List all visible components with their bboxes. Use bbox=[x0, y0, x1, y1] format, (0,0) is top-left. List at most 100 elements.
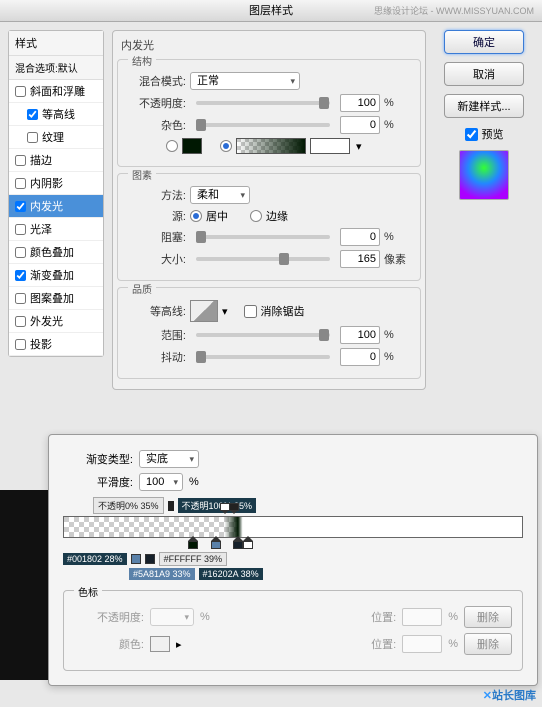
noise-slider[interactable] bbox=[196, 123, 330, 127]
innerglow-panel: 内发光 结构 混合模式: 正常 不透明度: % 杂色: % bbox=[112, 30, 426, 390]
ok-button[interactable]: 确定 bbox=[444, 30, 524, 54]
opacity-stop-2[interactable] bbox=[229, 507, 239, 517]
style-contour[interactable]: 等高线 bbox=[9, 103, 103, 126]
pos1-input[interactable] bbox=[402, 608, 442, 626]
gradoverlay-check[interactable] bbox=[15, 270, 26, 281]
structure-legend: 结构 bbox=[128, 53, 156, 68]
watermark: 思缘设计论坛 - WWW.MISSYUAN.COM bbox=[374, 4, 534, 17]
choke-slider[interactable] bbox=[196, 235, 330, 239]
style-innerglow[interactable]: 内发光 bbox=[9, 195, 103, 218]
jitter-slider[interactable] bbox=[196, 355, 330, 359]
coloroverlay-check[interactable] bbox=[15, 247, 26, 258]
cancel-button[interactable]: 取消 bbox=[444, 62, 524, 86]
style-bevel[interactable]: 斜面和浮雕 bbox=[9, 80, 103, 103]
aa-check[interactable] bbox=[244, 305, 257, 318]
pos1-label: 位置: bbox=[371, 609, 396, 625]
contour-picker[interactable] bbox=[190, 300, 218, 322]
style-outerglow[interactable]: 外发光 bbox=[9, 310, 103, 333]
style-coloroverlay[interactable]: 颜色叠加 bbox=[9, 241, 103, 264]
preview-thumb bbox=[459, 150, 509, 200]
stop-color-swatch[interactable] bbox=[150, 636, 170, 652]
style-stroke[interactable]: 描边 bbox=[9, 149, 103, 172]
stops-subbox: 色标 不透明度: % 位置: % 删除 颜色: ▸ 位置: % 删除 bbox=[63, 590, 523, 671]
opacity-slider[interactable] bbox=[196, 101, 330, 105]
color-solid-radio[interactable] bbox=[166, 140, 178, 152]
outerglow-check[interactable] bbox=[15, 316, 26, 327]
size-slider[interactable] bbox=[196, 257, 330, 261]
stop-opacity-select[interactable] bbox=[150, 608, 194, 626]
delete1-button[interactable]: 删除 bbox=[464, 606, 512, 628]
style-subheader[interactable]: 混合选项:默认 bbox=[9, 56, 103, 80]
style-texture[interactable]: 纹理 bbox=[9, 126, 103, 149]
element-legend: 图素 bbox=[128, 167, 156, 182]
style-satin[interactable]: 光泽 bbox=[9, 218, 103, 241]
tech-label: 方法: bbox=[126, 187, 186, 203]
size-input[interactable] bbox=[340, 250, 380, 268]
noise-input[interactable] bbox=[340, 116, 380, 134]
noise-label: 杂色: bbox=[126, 117, 186, 133]
style-innershadow[interactable]: 内阴影 bbox=[9, 172, 103, 195]
dark-background bbox=[0, 490, 48, 680]
gradient-endcolor[interactable] bbox=[310, 138, 350, 154]
contour-label: 等高线: bbox=[126, 303, 186, 319]
range-label: 范围: bbox=[126, 327, 186, 343]
smooth-select[interactable]: 100 bbox=[139, 473, 183, 491]
cstop1-tag: #001802 28% bbox=[63, 553, 127, 565]
cstop4-tag: #FFFFFF 39% bbox=[159, 552, 228, 566]
quality-section: 品质 等高线: ▾ 消除锯齿 范围: % 抖动: bbox=[117, 287, 421, 379]
innerglow-check[interactable] bbox=[15, 201, 26, 212]
innershadow-check[interactable] bbox=[15, 178, 26, 189]
color-stop-2[interactable] bbox=[211, 539, 221, 551]
gradtype-label: 渐变类型: bbox=[63, 451, 133, 467]
stroke-check[interactable] bbox=[15, 155, 26, 166]
newstyle-button[interactable]: 新建样式... bbox=[444, 94, 524, 118]
style-gradoverlay[interactable]: 渐变叠加 bbox=[9, 264, 103, 287]
panel-title: 内发光 bbox=[117, 35, 421, 59]
gradient-editor: 渐变类型: 实底 平滑度: 100 % 不透明0% 35% 不透明100% 35… bbox=[48, 434, 538, 686]
preview-check[interactable] bbox=[465, 128, 478, 141]
opacity-input[interactable] bbox=[340, 94, 380, 112]
delete2-button[interactable]: 删除 bbox=[464, 633, 512, 655]
choke-label: 阻塞: bbox=[126, 229, 186, 245]
opstop2-tag: 不透明100% 35% bbox=[178, 498, 257, 513]
pos2-input[interactable] bbox=[402, 635, 442, 653]
style-list: 样式 混合选项:默认 斜面和浮雕 等高线 纹理 描边 内阴影 内发光 光泽 颜色… bbox=[8, 30, 104, 357]
range-slider[interactable] bbox=[196, 333, 330, 337]
gradient-strip[interactable] bbox=[236, 138, 306, 154]
choke-input[interactable] bbox=[340, 228, 380, 246]
range-input[interactable] bbox=[340, 326, 380, 344]
color-stop-1[interactable] bbox=[188, 539, 198, 551]
opstop1-tag: 不透明0% 35% bbox=[93, 497, 164, 514]
blend-select[interactable]: 正常 bbox=[190, 72, 300, 90]
quality-legend: 品质 bbox=[128, 281, 156, 296]
contour-check[interactable] bbox=[27, 109, 38, 120]
color-stop-4[interactable] bbox=[243, 539, 253, 551]
preview-label: 预览 bbox=[482, 126, 504, 142]
aa-label: 消除锯齿 bbox=[261, 303, 305, 319]
tech-select[interactable]: 柔和 bbox=[190, 186, 250, 204]
dropshadow-check[interactable] bbox=[15, 339, 26, 350]
pos2-label: 位置: bbox=[371, 636, 396, 652]
gradient-bar[interactable] bbox=[63, 516, 523, 538]
source-label: 源: bbox=[126, 208, 186, 224]
cstop3-tag: #16202A 38% bbox=[199, 568, 263, 580]
satin-check[interactable] bbox=[15, 224, 26, 235]
opacity-label: 不透明度: bbox=[126, 95, 186, 111]
style-patternoverlay[interactable]: 图案叠加 bbox=[9, 287, 103, 310]
gradtype-select[interactable]: 实底 bbox=[139, 450, 199, 468]
source-edge-radio[interactable] bbox=[250, 210, 262, 222]
smooth-label: 平滑度: bbox=[63, 474, 133, 490]
preview-check-row: 预览 bbox=[465, 126, 504, 142]
style-dropshadow[interactable]: 投影 bbox=[9, 333, 103, 356]
patternoverlay-check[interactable] bbox=[15, 293, 26, 304]
element-section: 图素 方法: 柔和 源: 居中 边缘 阻塞: % bbox=[117, 173, 421, 281]
source-center-radio[interactable] bbox=[190, 210, 202, 222]
jitter-input[interactable] bbox=[340, 348, 380, 366]
color-grad-radio[interactable] bbox=[220, 140, 232, 152]
bevel-check[interactable] bbox=[15, 86, 26, 97]
texture-check[interactable] bbox=[27, 132, 38, 143]
stop-color-label: 颜色: bbox=[74, 636, 144, 652]
window-title: 图层样式 bbox=[249, 5, 293, 17]
solid-swatch[interactable] bbox=[182, 138, 202, 154]
footer-logo: ✕站长图库 bbox=[483, 687, 536, 703]
